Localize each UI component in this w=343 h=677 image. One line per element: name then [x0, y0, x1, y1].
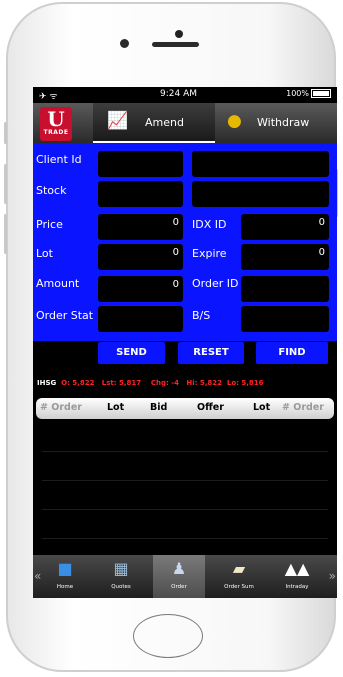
front-camera: [120, 39, 129, 48]
tab-amend-label: Amend: [145, 116, 184, 129]
ihsg-last: Lst: 5,817: [101, 379, 142, 387]
nav-item-intraday[interactable]: ▲▲ Intraday: [271, 555, 323, 598]
app-header: U TRADE 📈 Amend ● Withdraw: [33, 103, 337, 143]
volume-up-button: [4, 164, 7, 204]
nav-item-order-sum[interactable]: ▰ Order Sum: [213, 555, 265, 598]
send-button[interactable]: SEND: [98, 342, 165, 364]
battery-icon: [311, 89, 331, 98]
client-name-field[interactable]: [192, 151, 329, 177]
utrade-logo[interactable]: U TRADE: [40, 107, 72, 141]
nav-item-order[interactable]: ♟ Order: [153, 555, 205, 598]
price-field[interactable]: 0: [98, 214, 183, 240]
order-form: Client Id Stock Price 0 IDX ID 0 Lot 0 E…: [33, 143, 337, 341]
idx-id-label: IDX ID: [192, 218, 227, 231]
expire-field[interactable]: 0: [241, 244, 329, 270]
ihsg-open: O: 5,822: [61, 379, 95, 387]
nav-item-quotes[interactable]: ▦ Quotes: [95, 555, 147, 598]
price-label: Price: [36, 218, 63, 231]
orderbook-list: [42, 423, 328, 573]
amount-field[interactable]: 0: [98, 276, 183, 302]
reset-button[interactable]: RESET: [178, 342, 244, 364]
ihsg-label: IHSG: [37, 379, 57, 387]
table-row[interactable]: [42, 510, 328, 539]
client-id-label: Client Id: [36, 153, 82, 166]
briefcase-icon: ■: [57, 559, 73, 578]
ihsg-change: Chg: -4: [150, 379, 180, 387]
order-icon: ♟: [171, 559, 187, 578]
mute-switch: [4, 122, 7, 144]
lot-label: Lot: [36, 247, 53, 260]
chart-person-icon: 📈: [107, 111, 129, 131]
nav-item-home[interactable]: ■ Home: [39, 555, 91, 598]
col-offer: Offer: [197, 402, 224, 413]
home-button[interactable]: [133, 614, 203, 658]
table-row[interactable]: [42, 423, 328, 452]
order-stat-field[interactable]: [98, 306, 183, 332]
stock-name-field[interactable]: [192, 181, 329, 207]
idx-id-field[interactable]: 0: [241, 214, 329, 240]
bottom-nav: « ■ Home ▦ Quotes ♟ Order ▰ Order Sum ▲▲…: [33, 555, 337, 598]
order-id-field[interactable]: [241, 276, 329, 302]
ihsg-high: Hi: 5,822: [186, 379, 222, 387]
camera-icon: [175, 30, 183, 38]
battery-indicator: 100%: [286, 89, 331, 98]
table-row[interactable]: [42, 452, 328, 481]
find-button[interactable]: FIND: [256, 342, 328, 364]
bs-label: B/S: [192, 309, 211, 322]
col-lot-offer: Lot: [253, 402, 271, 413]
order-stat-label: Order Stat: [36, 309, 94, 322]
coins-icon: ●: [227, 111, 242, 131]
orderbook-header: # Order Lot Bid Offer Lot # Order: [36, 398, 334, 419]
tab-withdraw[interactable]: ● Withdraw: [215, 103, 337, 143]
volume-down-button: [4, 214, 7, 254]
bs-field[interactable]: [241, 306, 329, 332]
lot-field[interactable]: 0: [98, 244, 183, 270]
stock-field[interactable]: [98, 181, 183, 207]
col-order-bid: # Order: [40, 402, 82, 413]
app-screen: ✈ ᯤ 9:24 AM 100% U TRADE 📈 Amend ● Withd…: [33, 87, 337, 598]
amount-label: Amount: [36, 277, 80, 290]
quotes-icon: ▦: [113, 559, 129, 578]
book-icon: ▰: [232, 559, 246, 578]
battery-percent: 100%: [286, 89, 309, 98]
signal-icon: ✈ ᯤ: [39, 92, 58, 102]
table-row[interactable]: [42, 481, 328, 510]
speaker-grille: [152, 42, 199, 47]
col-lot-bid: Lot: [107, 402, 125, 413]
stock-label: Stock: [36, 184, 67, 197]
expire-label: Expire: [192, 247, 227, 260]
tab-amend[interactable]: 📈 Amend: [93, 103, 215, 143]
status-time: 9:24 AM: [160, 89, 197, 99]
order-id-label: Order ID: [192, 277, 239, 290]
nav-next-icon[interactable]: »: [329, 569, 336, 583]
arrows-up-icon: ▲▲: [284, 559, 310, 578]
status-bar: ✈ ᯤ 9:24 AM 100%: [33, 87, 337, 103]
ihsg-low: Lo: 5,816: [226, 379, 264, 387]
col-order-offer: # Order: [282, 402, 324, 413]
tab-withdraw-label: Withdraw: [257, 116, 310, 129]
col-bid: Bid: [150, 402, 168, 413]
client-id-field[interactable]: [98, 151, 183, 177]
ihsg-ticker: IHSG O: 5,822 Lst: 5,817 Chg: -4 Hi: 5,8…: [37, 379, 264, 387]
